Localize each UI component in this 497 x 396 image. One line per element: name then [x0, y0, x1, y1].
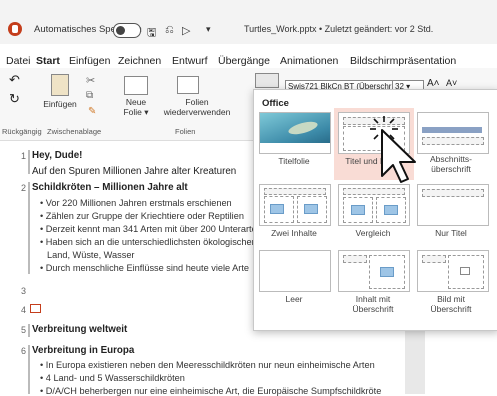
document-title: Turtles_Work.pptx • Zuletzt geändert: vo…	[244, 24, 434, 34]
reuse-slides-icon[interactable]	[177, 76, 199, 94]
undo-icon[interactable]: ⎌	[165, 24, 174, 37]
group-slides: Folien	[175, 127, 196, 136]
slide-icon	[30, 304, 41, 313]
layout-caption: Zwei Inhalte	[271, 228, 317, 238]
tab-animationen[interactable]: Animationen	[280, 55, 338, 67]
autosave-toggle[interactable]	[113, 23, 141, 38]
bullet-item[interactable]: • Haben sich an die unterschiedlichsten …	[40, 237, 257, 247]
customize-quick-access-icon[interactable]: ▾	[206, 24, 211, 35]
slide-number: 4	[20, 305, 26, 315]
slide-marker	[28, 150, 30, 174]
tab-einfuegen[interactable]: Einfügen	[69, 55, 110, 67]
slide-title[interactable]: Hey, Dude!	[32, 150, 82, 161]
layout-caption: Bild mit Überschrift	[430, 294, 472, 314]
bullet-item[interactable]: • 4 Land- und 5 Wasserschildkröten	[40, 373, 185, 383]
mouse-cursor-icon	[370, 116, 416, 183]
slide-number: 5	[20, 325, 26, 335]
undo-button[interactable]: ↶	[9, 72, 20, 88]
layout-caption: Leer	[285, 294, 303, 304]
slide-preview-edge	[405, 330, 425, 394]
cut-icon[interactable]: ✂	[86, 74, 95, 87]
group-clipboard: Zwischenablage	[47, 127, 102, 136]
slide-marker	[28, 345, 30, 394]
save-icon[interactable]: 🖫	[147, 24, 156, 43]
gallery-header: Office	[262, 98, 289, 109]
slide-marker	[28, 182, 30, 274]
layout-leer[interactable]	[259, 250, 331, 292]
powerpoint-logo-icon	[8, 22, 22, 36]
slide-number: 2	[20, 183, 26, 193]
bullet-item[interactable]: • Durch menschliche Einflüsse sind heute…	[40, 263, 249, 273]
layout-nur-titel[interactable]	[417, 184, 489, 226]
bullet-item[interactable]: • In Europa existieren neben den Meeress…	[40, 360, 375, 370]
layout-caption: Inhalt mit Überschrift	[352, 294, 394, 314]
redo-button[interactable]: ↻	[9, 91, 20, 107]
title-bar: Automatisches Speichern 🖫 ⎌ ▷ ▾ Turtles_…	[0, 0, 497, 44]
layout-inhalt-mit-ueberschrift[interactable]	[338, 250, 410, 292]
tab-datei[interactable]: Datei	[6, 55, 31, 67]
tab-entwurf[interactable]: Entwurf	[172, 55, 208, 67]
format-painter-icon[interactable]: ✎	[88, 106, 96, 117]
bullet-item[interactable]: • Zählen zur Gruppe der Kriechtiere oder…	[40, 211, 244, 221]
group-undo: Rückgängig	[2, 127, 42, 136]
layout-abschnittsueberschrift[interactable]	[417, 112, 489, 154]
present-icon[interactable]: ▷	[182, 24, 190, 37]
slide-number: 1	[20, 151, 26, 161]
paste-label[interactable]: Einfügen	[40, 99, 80, 109]
copy-icon[interactable]: ⧉	[86, 90, 93, 101]
bullet-item[interactable]: • Vor 220 Millionen Jahren erstmals ersc…	[40, 198, 232, 208]
layout-bild-mit-ueberschrift[interactable]	[417, 250, 489, 292]
layout-caption: Titelfolie	[278, 156, 310, 166]
tab-uebergaenge[interactable]: Übergänge	[218, 55, 270, 67]
bullet-item[interactable]: • Derzeit kennt man 341 Arten mit über 2…	[40, 224, 262, 234]
bullet-item[interactable]: • D/A/CH beherbergen nur eine einheimisc…	[40, 386, 381, 396]
reuse-slides-label[interactable]: Folien wiederverwenden	[162, 97, 232, 117]
slide-title[interactable]: Schildkröten – Millionen Jahre alt	[32, 182, 188, 193]
layout-caption: Abschnitts-überschrift	[429, 154, 473, 174]
new-slide-label[interactable]: Neue Folie ▾	[118, 97, 154, 118]
paste-icon[interactable]	[51, 74, 69, 96]
slide-number: 6	[20, 346, 26, 356]
layout-zwei-inhalte[interactable]	[259, 184, 331, 226]
slide-title[interactable]: Verbreitung in Europa	[32, 345, 134, 356]
tab-start[interactable]: Start	[36, 55, 60, 67]
slide-marker	[28, 324, 30, 337]
shrink-font-icon[interactable]: A˅	[446, 78, 457, 88]
slide-number: 3	[20, 286, 26, 296]
slide-subtitle[interactable]: Auf den Spuren Millionen Jahre alter Kre…	[32, 166, 236, 177]
new-slide-icon[interactable]	[124, 76, 148, 95]
layout-titelfolie[interactable]	[259, 112, 331, 154]
layout-caption: Vergleich	[355, 228, 391, 238]
slide-title[interactable]: Verbreitung weltweit	[32, 324, 127, 335]
layout-caption: Nur Titel	[435, 228, 467, 238]
grow-font-icon[interactable]: A˄	[427, 78, 440, 89]
layout-vergleich[interactable]	[338, 184, 410, 226]
layout-button[interactable]	[255, 73, 279, 88]
bullet-item[interactable]: Land, Wüste, Wasser	[47, 250, 134, 260]
tab-bildschirmpraesentation[interactable]: Bildschirmpräsentation	[350, 55, 456, 67]
tab-zeichnen[interactable]: Zeichnen	[118, 55, 161, 67]
